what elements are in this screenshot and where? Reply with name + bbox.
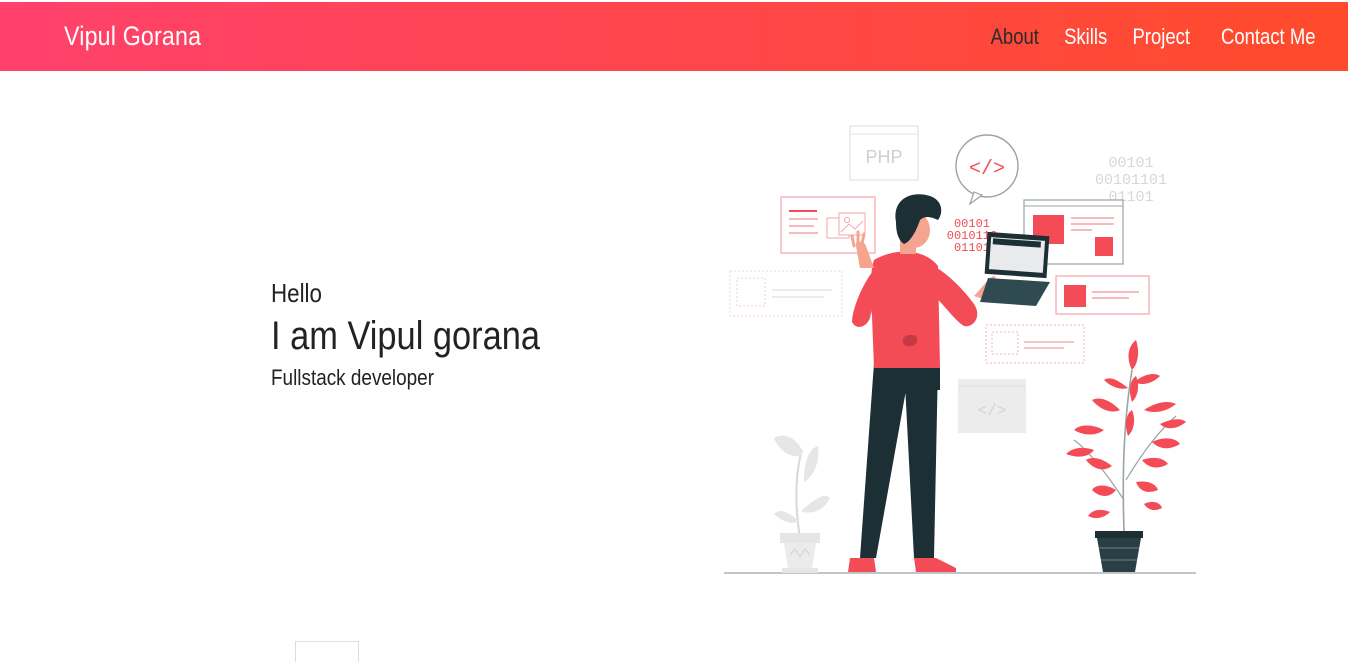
red-plant-icon	[1066, 340, 1186, 572]
hero-greeting: Hello	[271, 278, 322, 308]
svg-text:</>: </>	[969, 158, 1005, 181]
nav-links: About Skills Project Contact Me	[986, 24, 1324, 50]
nav-link-skills[interactable]: Skills	[1064, 24, 1107, 50]
nav-link-about[interactable]: About	[991, 24, 1039, 50]
php-window-icon: PHP	[849, 125, 919, 181]
svg-text:</>: </>	[978, 402, 1007, 420]
wireframe-card-middle	[985, 324, 1085, 364]
nav-link-project[interactable]: Project	[1132, 24, 1190, 50]
developer-illustration: PHP </> 00101 00101101 01101 00101 00101…	[724, 125, 1196, 574]
wireframe-card-left	[729, 270, 843, 317]
top-navbar: Vipul Gorana About Skills Project Contac…	[0, 2, 1348, 71]
brand-logo[interactable]: Vipul Gorana	[64, 21, 201, 52]
svg-text:00101: 00101	[1108, 155, 1153, 172]
svg-text:PHP: PHP	[865, 147, 902, 167]
laptop-icon	[980, 231, 1050, 306]
hero-role: Fullstack developer	[271, 365, 435, 390]
code-bubble-icon: </>	[955, 134, 1019, 206]
next-section-thumbnail	[295, 641, 359, 662]
svg-text:01101: 01101	[954, 241, 990, 255]
svg-text:00101101: 00101101	[1095, 172, 1167, 189]
binary-text-light: 00101 00101101 01101	[1095, 155, 1167, 206]
hero-intro: Hello I am Vipul gorana Fullstack develo…	[271, 277, 584, 393]
code-window-icon-grey: </>	[958, 379, 1026, 433]
grey-plant-icon	[774, 435, 830, 573]
nav-link-contact[interactable]: Contact Me	[1221, 24, 1316, 50]
hero-name: I am Vipul gorana	[271, 314, 541, 358]
info-card-right	[1055, 275, 1150, 315]
